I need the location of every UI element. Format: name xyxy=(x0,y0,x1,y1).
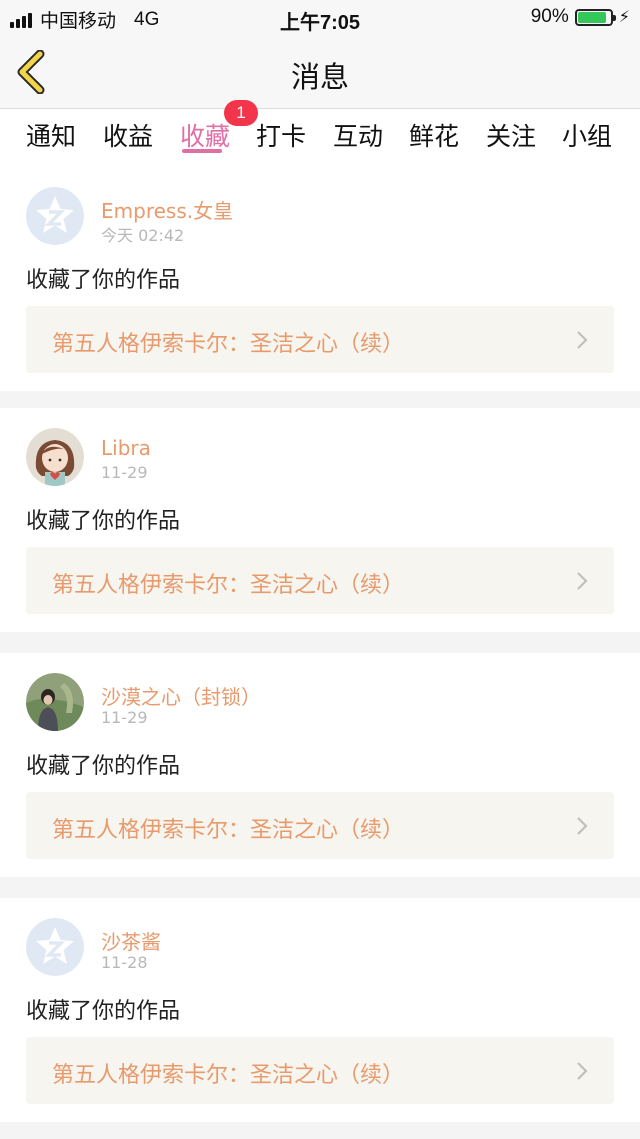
tab-interaction[interactable]: 互动 xyxy=(333,117,383,153)
default-avatar-icon xyxy=(26,918,84,976)
chevron-right-icon xyxy=(577,331,588,349)
work-link[interactable]: 第五人格伊索卡尔：圣洁之心（续） xyxy=(26,547,614,614)
timestamp: 11-29 xyxy=(101,463,148,482)
avatar[interactable] xyxy=(26,428,84,486)
work-link[interactable]: 第五人格伊索卡尔：圣洁之心（续） xyxy=(26,306,614,373)
action-text: 收藏了你的作品 xyxy=(26,268,181,293)
tab-notifications[interactable]: 通知 xyxy=(26,117,76,153)
active-tab-indicator xyxy=(182,149,222,153)
chevron-right-icon xyxy=(577,1062,588,1080)
battery-icon xyxy=(574,8,616,26)
work-link[interactable]: 第五人格伊索卡尔：圣洁之心（续） xyxy=(26,1037,614,1104)
message-card: 沙漠之心（封锁） 11-29 收藏了你的作品 第五人格伊索卡尔：圣洁之心（续） xyxy=(0,653,640,877)
action-text: 收藏了你的作品 xyxy=(26,754,181,779)
status-bar: 中国移动 4G 上午7:05 90% ⚡ xyxy=(0,0,640,36)
username[interactable]: Libra xyxy=(101,436,151,460)
message-card: Libra 11-29 收藏了你的作品 第五人格伊索卡尔：圣洁之心（续） xyxy=(0,408,640,632)
photo-avatar xyxy=(26,673,84,731)
message-card: Empress.女皇 今天 02:42 收藏了你的作品 第五人格伊索卡尔：圣洁之… xyxy=(0,167,640,391)
chevron-right-icon xyxy=(577,817,588,835)
timestamp: 11-28 xyxy=(101,953,148,972)
tab-follow[interactable]: 关注 xyxy=(486,117,536,153)
work-link[interactable]: 第五人格伊索卡尔：圣洁之心（续） xyxy=(26,792,614,859)
chevron-right-icon xyxy=(577,572,588,590)
action-text: 收藏了你的作品 xyxy=(26,999,181,1024)
status-right: 90% ⚡ xyxy=(531,6,630,28)
tab-bar: 通知 收益 收藏 打卡 互动 鲜花 关注 小组 xyxy=(0,109,640,167)
unread-badge: 1 xyxy=(224,100,258,126)
tab-earnings[interactable]: 收益 xyxy=(103,117,153,153)
message-card: 沙茶酱 11-28 收藏了你的作品 第五人格伊索卡尔：圣洁之心（续） xyxy=(0,898,640,1122)
tab-checkin[interactable]: 打卡 xyxy=(256,117,306,153)
tab-favorites[interactable]: 收藏 xyxy=(180,117,230,153)
tab-flowers[interactable]: 鲜花 xyxy=(409,117,459,153)
avatar[interactable] xyxy=(26,187,84,245)
girl-avatar xyxy=(26,428,84,486)
avatar[interactable] xyxy=(26,918,84,976)
tab-groups[interactable]: 小组 xyxy=(562,117,612,153)
work-title: 第五人格伊索卡尔：圣洁之心（续） xyxy=(52,1063,405,1088)
username[interactable]: 沙茶酱 xyxy=(101,926,161,955)
work-title: 第五人格伊索卡尔：圣洁之心（续） xyxy=(52,573,405,598)
page-title: 消息 xyxy=(290,60,349,94)
battery-percent: 90% xyxy=(530,6,569,27)
timestamp: 11-29 xyxy=(101,708,148,727)
username[interactable]: 沙漠之心（封锁） xyxy=(101,681,261,710)
charging-icon: ⚡ xyxy=(618,9,630,26)
avatar[interactable] xyxy=(26,673,84,731)
action-text: 收藏了你的作品 xyxy=(26,509,181,534)
username[interactable]: Empress.女皇 xyxy=(101,195,233,224)
work-title: 第五人格伊索卡尔：圣洁之心（续） xyxy=(52,332,405,357)
nav-bar: 消息 xyxy=(0,36,640,109)
work-title: 第五人格伊索卡尔：圣洁之心（续） xyxy=(52,818,405,843)
timestamp: 今天 02:42 xyxy=(101,226,185,245)
default-avatar-icon xyxy=(26,187,84,245)
